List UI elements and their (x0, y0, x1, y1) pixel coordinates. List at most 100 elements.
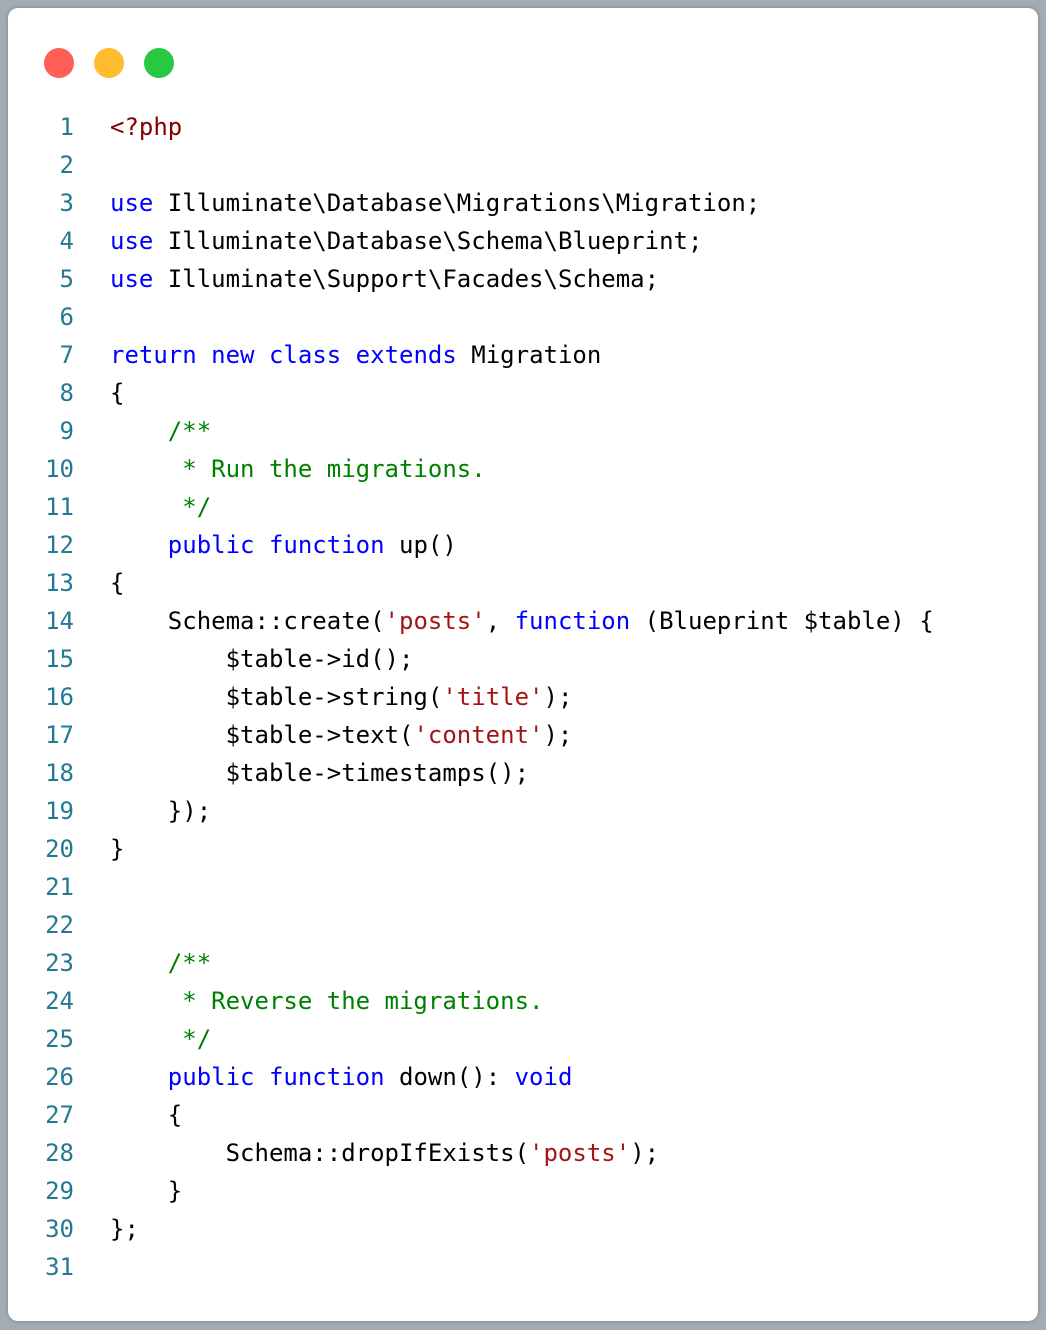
line-number: 19 (45, 797, 74, 825)
code-token: * Run the migrations. (110, 455, 486, 483)
line-number: 28 (45, 1139, 74, 1167)
code-token: up() (384, 531, 457, 559)
code-token: */ (110, 493, 212, 521)
code-line: 25 */ (8, 1020, 1038, 1058)
line-source: <?php (110, 108, 182, 146)
line-number: 15 (45, 645, 74, 673)
line-source: { (110, 374, 124, 412)
line-source: */ (110, 488, 211, 526)
code-token: /** (110, 417, 212, 445)
code-token: function (268, 531, 385, 559)
code-line: 21 (8, 868, 1038, 906)
line-number: 17 (45, 721, 74, 749)
line-number: 29 (45, 1177, 74, 1205)
line-number: 13 (45, 569, 74, 597)
code-token: Schema::dropIfExists( (110, 1139, 530, 1167)
code-token: Schema::create( (110, 607, 385, 635)
code-token: } (110, 1177, 183, 1205)
code-token: $table->text( (110, 721, 414, 749)
line-source: } (110, 1172, 182, 1210)
line-number: 4 (59, 227, 74, 255)
line-source: use Illuminate\Database\Schema\Blueprint… (110, 222, 702, 260)
code-token: down(): (384, 1063, 515, 1091)
code-line: 3 use Illuminate\Database\Migrations\Migr… (8, 184, 1038, 222)
line-number: 27 (45, 1101, 74, 1129)
code-line: 28 Schema::dropIfExists('posts'); (8, 1134, 1038, 1172)
code-token: <?php (110, 113, 183, 141)
code-token: use (110, 189, 154, 217)
line-number: 1 (59, 113, 74, 141)
close-button[interactable] (44, 48, 74, 78)
line-source: { (110, 564, 124, 602)
code-token: use (110, 265, 154, 293)
line-number: 30 (45, 1215, 74, 1243)
line-number: 26 (45, 1063, 74, 1091)
line-number: 23 (45, 949, 74, 977)
code-token: , (485, 607, 515, 635)
code-token: ); (543, 721, 573, 749)
code-token: /** (110, 949, 212, 977)
line-number: 5 (59, 265, 74, 293)
code-token: Illuminate\Database\Schema\Blueprint; (153, 227, 703, 255)
code-token: function (268, 1063, 385, 1091)
code-line: 19 }); (8, 792, 1038, 830)
code-token: function (514, 607, 631, 635)
code-token: 'content' (413, 721, 544, 749)
code-token: }; (110, 1215, 139, 1243)
code-line: 29 } (8, 1172, 1038, 1210)
line-number: 7 (59, 341, 74, 369)
code-line: 7 return new class extends Migration (8, 336, 1038, 374)
line-source: $table->text('content'); (110, 716, 573, 754)
code-line: 22 (8, 906, 1038, 944)
line-number: 9 (59, 417, 74, 445)
minimize-button[interactable] (94, 48, 124, 78)
code-line: 24 * Reverse the migrations. (8, 982, 1038, 1020)
line-number: 16 (45, 683, 74, 711)
code-line: 18 $table->timestamps(); (8, 754, 1038, 792)
code-line: 10 * Run the migrations. (8, 450, 1038, 488)
code-token: { (110, 569, 125, 597)
line-source: * Reverse the migrations. (110, 982, 543, 1020)
line-source: /** (110, 944, 211, 982)
code-line: 31 (8, 1248, 1038, 1286)
code-token: public (167, 1063, 255, 1091)
line-source: $table->id(); (110, 640, 414, 678)
code-token: ); (630, 1139, 660, 1167)
maximize-button[interactable] (144, 48, 174, 78)
code-line: 16 $table->string('title'); (8, 678, 1038, 716)
code-editor[interactable]: 1 <?php 2 3 use Illuminate\Database\Migratio… (8, 108, 1038, 1286)
code-line: 15 $table->id(); (8, 640, 1038, 678)
line-source: Schema::dropIfExists('posts'); (110, 1134, 660, 1172)
line-number: 22 (45, 911, 74, 939)
code-token: { (110, 379, 125, 407)
code-token: Illuminate\Support\Facades\Schema; (153, 265, 660, 293)
code-token: 'posts' (529, 1139, 631, 1167)
code-line: 6 (8, 298, 1038, 336)
line-source: } (110, 830, 124, 868)
code-line: 9 /** (8, 412, 1038, 450)
line-source: Schema::create('posts', function (Bluepr… (110, 602, 934, 640)
code-token: { (110, 1101, 183, 1129)
line-number: 6 (59, 303, 74, 331)
code-line: 14 Schema::create('posts', function (Blu… (8, 602, 1038, 640)
code-token: (Blueprint $table) { (630, 607, 934, 635)
code-token: }); (110, 797, 212, 825)
code-token: class (268, 341, 342, 369)
code-token: extends (355, 341, 457, 369)
line-number: 3 (59, 189, 74, 217)
code-token: return (110, 341, 197, 369)
code-line: 20} (8, 830, 1038, 868)
line-source: use Illuminate\Database\Migrations\Migra… (110, 184, 760, 222)
line-source: }); (110, 792, 211, 830)
code-token: public (167, 531, 255, 559)
line-source: $table->timestamps(); (110, 754, 529, 792)
line-source: { (110, 1096, 182, 1134)
line-number: 25 (45, 1025, 74, 1053)
code-line: 30}; (8, 1210, 1038, 1248)
